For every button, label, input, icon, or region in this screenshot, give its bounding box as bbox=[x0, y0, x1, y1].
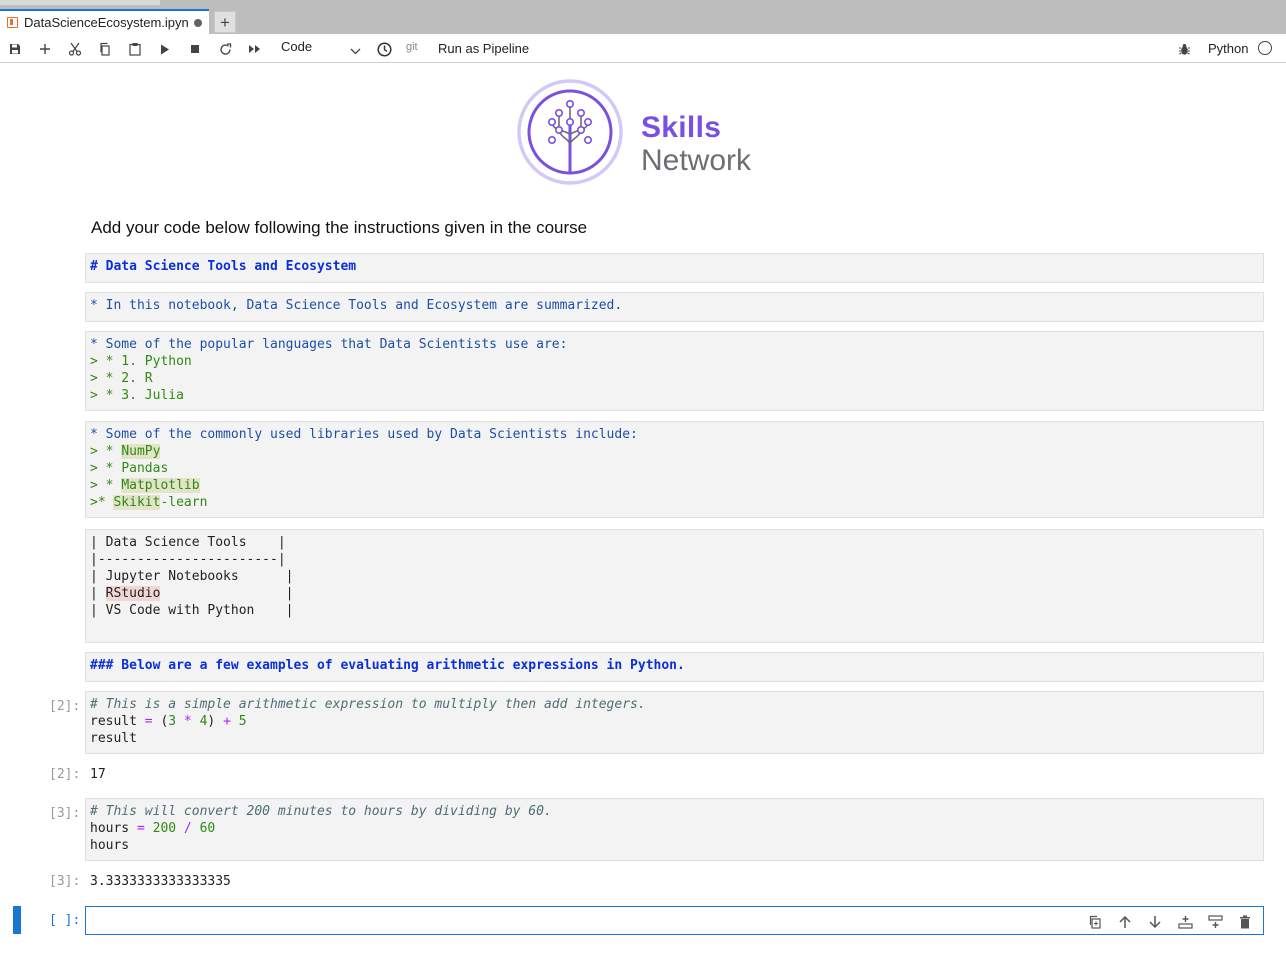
unsaved-dot-icon[interactable] bbox=[193, 18, 202, 27]
cell-output: 3.3333333333333335 bbox=[90, 874, 231, 889]
language-item: > * 1. Python bbox=[90, 354, 192, 369]
window-top-strip bbox=[0, 0, 1286, 8]
output-prompt: [3]: bbox=[49, 874, 81, 889]
save-icon[interactable] bbox=[6, 40, 24, 58]
notebook-toolbar: Code git Run as Pipeline Python bbox=[0, 34, 1286, 63]
chevron-down-icon bbox=[350, 43, 361, 58]
duplicate-cell-icon[interactable] bbox=[1087, 914, 1103, 930]
language-item: > * 2. R bbox=[90, 371, 153, 386]
move-down-icon[interactable] bbox=[1147, 914, 1163, 930]
code-comment: # This is a simple arithmetic expression… bbox=[90, 697, 646, 712]
examples-heading: ### Below are a few examples of evaluati… bbox=[90, 658, 685, 673]
cell-type-select[interactable]: Code bbox=[281, 39, 361, 58]
summary-line: * In this notebook, Data Science Tools a… bbox=[90, 298, 623, 313]
logo-text-skills: Skills bbox=[641, 111, 722, 144]
move-up-icon[interactable] bbox=[1117, 914, 1133, 930]
paste-icon[interactable] bbox=[126, 40, 144, 58]
markdown-cell-title[interactable]: # Data Science Tools and Ecosystem bbox=[85, 253, 1264, 283]
logo-text-network: Network bbox=[641, 144, 752, 177]
library-item: > * NumPy bbox=[90, 444, 161, 459]
run-icon[interactable] bbox=[156, 40, 174, 58]
skills-network-tree-icon bbox=[517, 79, 623, 185]
table-row: | VS Code with Python | bbox=[90, 603, 294, 618]
tab-filename: DataScienceEcosystem.ipyn bbox=[24, 15, 189, 30]
markdown-cell-tools-table[interactable]: | Data Science Tools | |----------------… bbox=[85, 529, 1264, 643]
notebook-icon bbox=[7, 17, 18, 28]
table-header: | Data Science Tools | bbox=[90, 535, 286, 550]
insert-below-icon[interactable] bbox=[1207, 914, 1223, 930]
output-prompt: [2]: bbox=[49, 767, 81, 782]
notebook-panel: Skills Network Add your code below follo… bbox=[0, 63, 1286, 969]
title-line: # Data Science Tools and Ecosystem bbox=[90, 259, 357, 274]
table-row: | Jupyter Notebooks | bbox=[90, 569, 294, 584]
intro-text: Add your code below following the instru… bbox=[91, 218, 588, 237]
library-item: >* Skikit-learn bbox=[90, 495, 208, 510]
libraries-header: * Some of the commonly used libraries us… bbox=[90, 427, 638, 442]
code-cell-hours[interactable]: # This will convert 200 minutes to hours… bbox=[85, 798, 1264, 861]
active-cell-indicator bbox=[13, 906, 21, 934]
input-prompt: [ ]: bbox=[49, 913, 81, 928]
markdown-cell-summary[interactable]: * In this notebook, Data Science Tools a… bbox=[85, 292, 1264, 322]
cell-output: 17 bbox=[90, 767, 106, 782]
window-top-strip-stub bbox=[0, 0, 160, 5]
restart-icon[interactable] bbox=[216, 40, 234, 58]
library-item: > * Pandas bbox=[90, 461, 169, 476]
kernel-status-icon bbox=[1258, 41, 1272, 55]
cell-type-value: Code bbox=[281, 39, 313, 54]
markdown-cell-examples-heading[interactable]: ### Below are a few examples of evaluati… bbox=[85, 652, 1264, 682]
cut-icon[interactable] bbox=[66, 40, 84, 58]
language-item: > * 3. Julia bbox=[90, 388, 184, 403]
table-separator: |-----------------------| bbox=[90, 552, 286, 567]
notebook-tab[interactable]: DataScienceEcosystem.ipyn bbox=[0, 9, 209, 34]
languages-header: * Some of the popular languages that Dat… bbox=[90, 337, 568, 352]
markdown-cell-languages[interactable]: * Some of the popular languages that Dat… bbox=[85, 331, 1264, 411]
code-comment: # This will convert 200 minutes to hours… bbox=[90, 804, 552, 819]
input-prompt: [2]: bbox=[49, 699, 81, 714]
markdown-cell-libraries[interactable]: * Some of the commonly used libraries us… bbox=[85, 421, 1264, 518]
add-cell-icon[interactable] bbox=[36, 40, 54, 58]
new-tab-button[interactable]: + bbox=[214, 11, 236, 33]
code-cell-arithmetic[interactable]: # This is a simple arithmetic expression… bbox=[85, 691, 1264, 754]
code-line: result bbox=[90, 731, 137, 746]
code-line: result = (3 * 4) + 5 bbox=[90, 714, 247, 729]
tab-bar: DataScienceEcosystem.ipyn + bbox=[0, 8, 1286, 34]
active-empty-code-cell[interactable] bbox=[85, 906, 1264, 935]
library-item: > * Matplotlib bbox=[90, 478, 200, 493]
insert-above-icon[interactable] bbox=[1177, 914, 1193, 930]
debugger-bug-icon[interactable] bbox=[1175, 40, 1193, 58]
code-line: hours bbox=[90, 838, 130, 853]
copy-icon[interactable] bbox=[96, 40, 114, 58]
restart-run-all-icon[interactable] bbox=[246, 40, 264, 58]
clock-icon[interactable] bbox=[375, 40, 393, 58]
git-button[interactable]: git bbox=[406, 41, 418, 53]
stop-icon[interactable] bbox=[186, 40, 204, 58]
table-row: | RStudio | bbox=[90, 586, 294, 601]
input-prompt: [3]: bbox=[49, 806, 81, 821]
skills-network-logo: Skills Network bbox=[516, 78, 766, 186]
delete-cell-icon[interactable] bbox=[1237, 914, 1253, 930]
code-line: hours = 200 / 60 bbox=[90, 821, 216, 836]
kernel-name[interactable]: Python bbox=[1208, 41, 1248, 56]
run-as-pipeline-button[interactable]: Run as Pipeline bbox=[438, 41, 529, 56]
